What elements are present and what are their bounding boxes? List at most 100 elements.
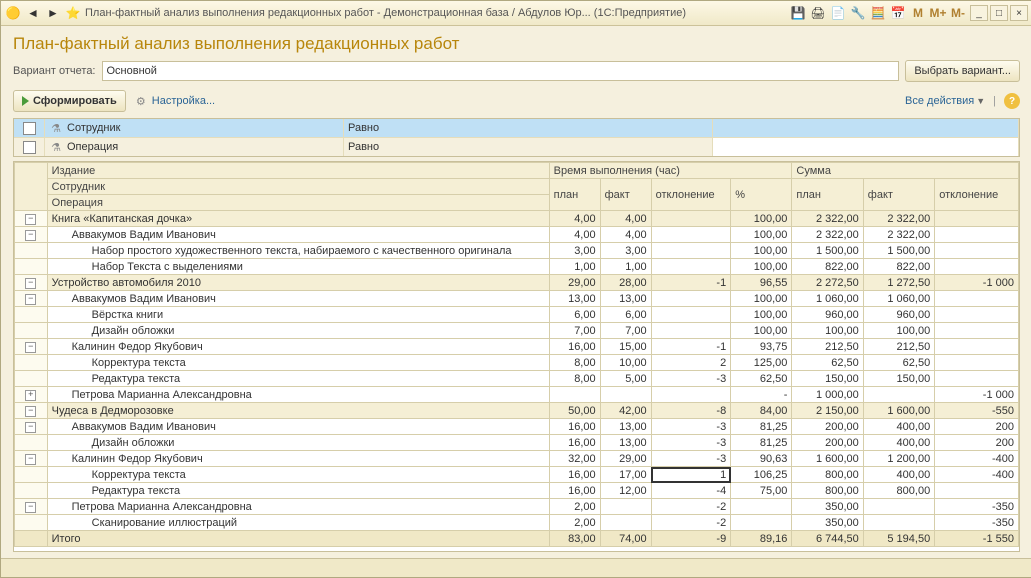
cell-plan	[549, 387, 600, 403]
cell-plan: 2,00	[549, 515, 600, 531]
table-row[interactable]: Дизайн обложки16,0013,00-381,25200,00400…	[15, 435, 1019, 451]
table-row[interactable]: Набор простого художественного текста, н…	[15, 243, 1019, 259]
cell-pct: 100,00	[731, 243, 792, 259]
hdr-pct: %	[731, 179, 792, 211]
close-button[interactable]: ×	[1010, 5, 1028, 21]
cell-sum-plan: 200,00	[792, 419, 863, 435]
tree-cell: −	[15, 403, 48, 419]
settings-link[interactable]: ⚙ Настройка...	[134, 94, 215, 108]
filter-checkbox[interactable]	[23, 141, 36, 154]
m-icon[interactable]: M	[910, 5, 926, 21]
table-row[interactable]: Редактура текста8,005,00-362,50150,00150…	[15, 371, 1019, 387]
filter-value[interactable]	[713, 119, 1019, 137]
cell-sum-plan: 2 150,00	[792, 403, 863, 419]
cell-sum-plan: 822,00	[792, 259, 863, 275]
collapse-icon[interactable]: −	[25, 454, 36, 465]
cell-pct	[731, 515, 792, 531]
collapse-icon[interactable]: −	[25, 294, 36, 305]
save-icon[interactable]: 💾	[790, 5, 806, 21]
collapse-icon[interactable]: −	[25, 342, 36, 353]
filter-row[interactable]: ⚗СотрудникРавно	[14, 119, 1019, 138]
filter-row[interactable]: ⚗ОперацияРавно	[14, 138, 1019, 156]
cell-pct: 100,00	[731, 323, 792, 339]
table-row[interactable]: −Петрова Марианна Александровна2,00-2350…	[15, 499, 1019, 515]
filter-op: Равно	[344, 119, 713, 137]
cell-fact: 3,00	[600, 243, 651, 259]
cell-dev: -2	[651, 515, 731, 531]
help-icon[interactable]: ?	[1004, 93, 1020, 109]
cell-sum-dev	[935, 243, 1019, 259]
doc-icon[interactable]: 📄	[830, 5, 846, 21]
table-row[interactable]: −Чудеса в Дедморозовке50,0042,00-884,002…	[15, 403, 1019, 419]
row-label: Корректура текста	[47, 467, 549, 483]
form-button[interactable]: Сформировать	[13, 90, 126, 112]
tree-cell	[15, 483, 48, 499]
table-row[interactable]: −Книга «Капитанская дочка»4,004,00100,00…	[15, 211, 1019, 227]
table-row[interactable]: Корректура текста8,0010,002125,0062,5062…	[15, 355, 1019, 371]
minimize-button[interactable]: _	[970, 5, 988, 21]
hdr-plan: план	[549, 179, 600, 211]
m-plus-icon[interactable]: M+	[930, 5, 946, 21]
table-row[interactable]: −Аввакумов Вадим Иванович13,0013,00100,0…	[15, 291, 1019, 307]
table-row[interactable]: Набор Текста с выделениями1,001,00100,00…	[15, 259, 1019, 275]
maximize-button[interactable]: □	[990, 5, 1008, 21]
cell-pct: 100,00	[731, 291, 792, 307]
table-row[interactable]: Корректура текста16,0017,001106,25800,00…	[15, 467, 1019, 483]
print-icon[interactable]: 🖨	[810, 5, 826, 21]
collapse-icon[interactable]: −	[25, 502, 36, 513]
chevron-down-icon: ▼	[976, 96, 985, 106]
cell-sum-dev: 200	[935, 435, 1019, 451]
cell-sum-dev	[935, 307, 1019, 323]
calendar-icon[interactable]: 📅	[890, 5, 906, 21]
collapse-icon[interactable]: −	[25, 278, 36, 289]
variant-row: Вариант отчета: Основной Выбрать вариант…	[1, 58, 1031, 88]
collapse-icon[interactable]: −	[25, 406, 36, 417]
filter-checkbox[interactable]	[23, 122, 36, 135]
calc-icon[interactable]: 🧮	[870, 5, 886, 21]
cell-dev	[651, 227, 731, 243]
table-row[interactable]: −Калинин Федор Якубович32,0029,00-390,63…	[15, 451, 1019, 467]
row-label: Набор простого художественного текста, н…	[47, 243, 549, 259]
filter-value[interactable]	[713, 138, 1019, 156]
table-row[interactable]: −Калинин Федор Якубович16,0015,00-193,75…	[15, 339, 1019, 355]
variant-label: Вариант отчета:	[13, 65, 96, 77]
table-row[interactable]: Редактура текста16,0012,00-475,00800,008…	[15, 483, 1019, 499]
table-row[interactable]: −Аввакумов Вадим Иванович16,0013,00-381,…	[15, 419, 1019, 435]
tree-cell: −	[15, 499, 48, 515]
row-label: Петрова Марианна Александровна	[47, 387, 549, 403]
collapse-icon[interactable]: −	[25, 422, 36, 433]
cell-sum-dev	[935, 371, 1019, 387]
table-row[interactable]: Сканирование иллюстраций2,00-2350,00-350	[15, 515, 1019, 531]
report-area[interactable]: Издание Время выполнения (час) Сумма Сот…	[13, 161, 1020, 552]
hdr-group3: Операция	[47, 195, 549, 211]
tree-cell	[15, 243, 48, 259]
page-title: План-фактный анализ выполнения редакцион…	[1, 26, 1031, 58]
collapse-icon[interactable]: −	[25, 214, 36, 225]
cell-sum-fact: 2 322,00	[863, 227, 934, 243]
variant-input[interactable]: Основной	[102, 61, 900, 81]
hdr-group2: Сотрудник	[47, 179, 549, 195]
m-minus-icon[interactable]: M-	[950, 5, 966, 21]
expand-icon[interactable]: +	[25, 390, 36, 401]
table-row[interactable]: Дизайн обложки7,007,00100,00100,00100,00	[15, 323, 1019, 339]
cell-pct: 81,25	[731, 419, 792, 435]
table-row[interactable]: −Устройство автомобиля 201029,0028,00-19…	[15, 275, 1019, 291]
tool-icon[interactable]: 🔧	[850, 5, 866, 21]
cell-plan: 3,00	[549, 243, 600, 259]
all-actions-link[interactable]: Все действия ▼	[905, 95, 985, 107]
tree-cell	[15, 355, 48, 371]
cell-sum-dev: -1 000	[935, 387, 1019, 403]
nav-back-icon[interactable]: ◄	[25, 5, 41, 21]
cell-sum-dev	[935, 355, 1019, 371]
choose-variant-button[interactable]: Выбрать вариант...	[905, 60, 1020, 82]
table-row[interactable]: +Петрова Марианна Александровна-1 000,00…	[15, 387, 1019, 403]
cell-dev: 1	[651, 467, 731, 483]
cell-sum-plan: 2 272,50	[792, 275, 863, 291]
cell-pct: 100,00	[731, 227, 792, 243]
cell-pct: 100,00	[731, 259, 792, 275]
table-row[interactable]: Вёрстка книги6,006,00100,00960,00960,00	[15, 307, 1019, 323]
nav-fwd-icon[interactable]: ►	[45, 5, 61, 21]
star-icon[interactable]: ⭐	[65, 5, 81, 21]
collapse-icon[interactable]: −	[25, 230, 36, 241]
table-row[interactable]: −Аввакумов Вадим Иванович4,004,00100,002…	[15, 227, 1019, 243]
